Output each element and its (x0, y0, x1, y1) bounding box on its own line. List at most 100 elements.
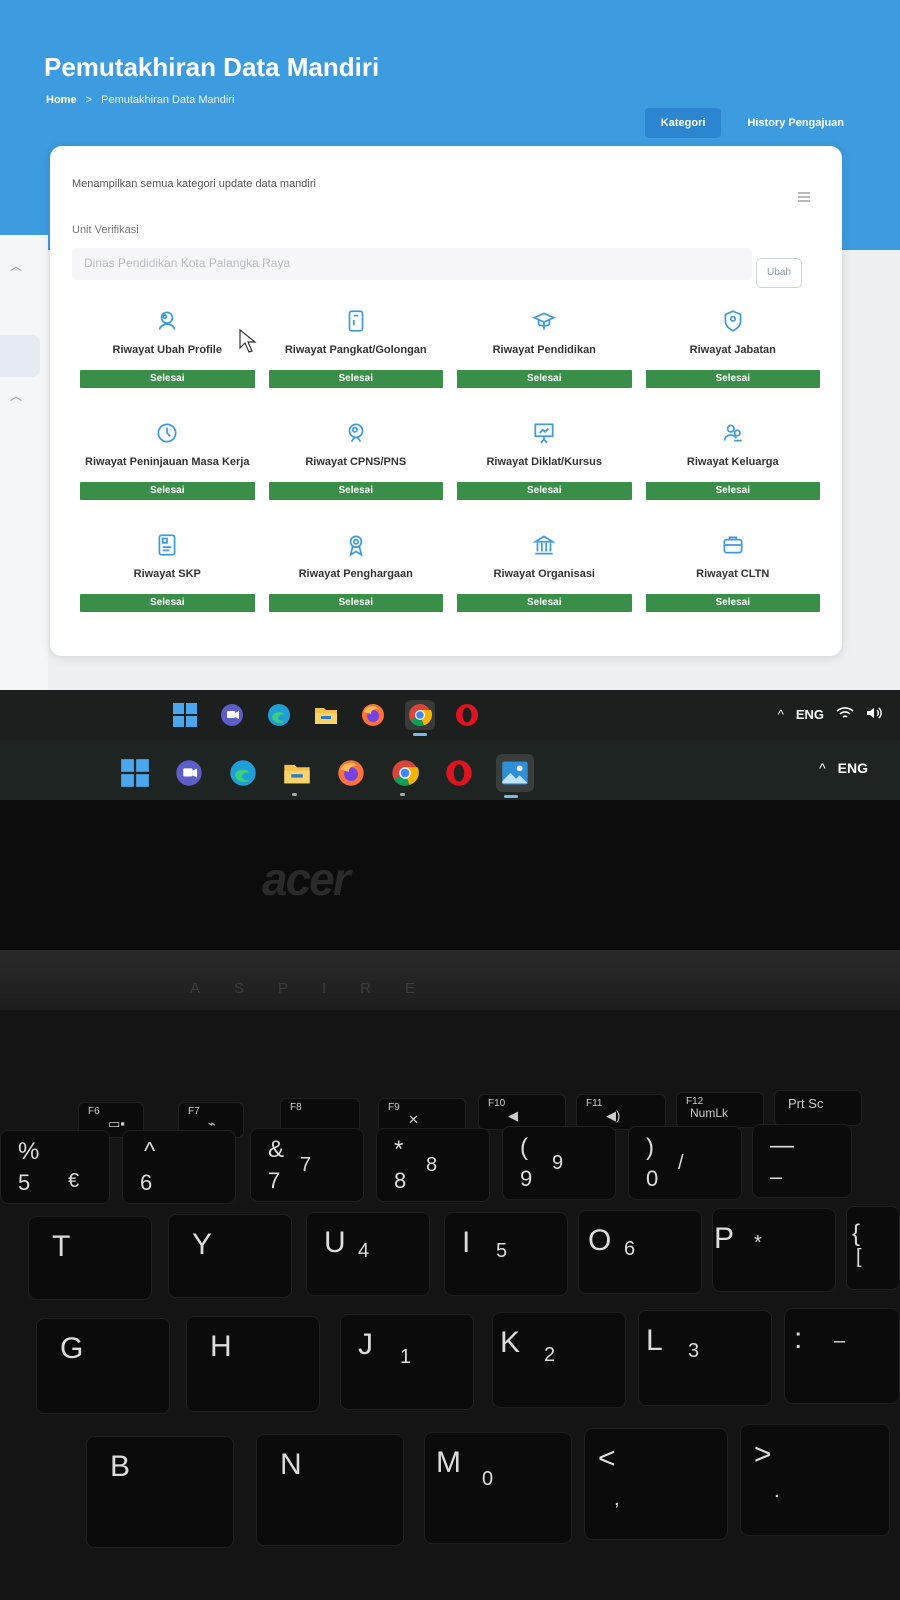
category-item[interactable]: Riwayat SKP Selesai (80, 522, 255, 634)
file-explorer-icon[interactable] (311, 700, 341, 730)
key-f11[interactable]: F11 ◀) (576, 1094, 666, 1130)
language-indicator[interactable]: ENG (838, 760, 868, 776)
category-item[interactable]: Riwayat Pangkat/Golongan Selesai (268, 298, 443, 410)
card-description: Menampilkan semua kategori update data m… (72, 178, 316, 190)
key-y[interactable]: Y (168, 1214, 292, 1298)
photos-icon[interactable] (496, 754, 534, 798)
menu-icon[interactable] (798, 192, 810, 204)
key-7[interactable]: & 7 7 (250, 1128, 364, 1202)
key-b[interactable]: B (86, 1436, 234, 1548)
category-name: Riwayat CLTN (696, 568, 770, 580)
system-tray: ^ ENG (778, 706, 882, 723)
windows-start-icon[interactable] (118, 756, 152, 790)
firefox-icon[interactable] (334, 756, 368, 790)
key-label: L (646, 1324, 663, 1357)
key-p[interactable]: P * (712, 1208, 836, 1292)
opera-icon[interactable] (442, 756, 476, 790)
key-shift-label: ( (520, 1134, 528, 1161)
status-badge: Selesai (645, 482, 820, 500)
key-8[interactable]: * 8 8 (376, 1128, 490, 1202)
key-numpad-label: 5 (496, 1240, 508, 1262)
firefox-icon[interactable] (358, 700, 388, 730)
edge-icon[interactable] (226, 756, 260, 790)
breadcrumb-home[interactable]: Home (46, 94, 77, 106)
mute-icon: ✕ (408, 1112, 419, 1127)
key-label: K (500, 1326, 521, 1359)
key-shift-label: ) (646, 1134, 654, 1161)
sidebar-item[interactable] (0, 335, 40, 377)
key-semicolon[interactable]: : – (784, 1308, 900, 1404)
key-h[interactable]: H (186, 1316, 320, 1412)
key-j[interactable]: J1 (340, 1314, 474, 1410)
chrome-icon[interactable] (405, 700, 435, 736)
category-item[interactable]: Riwayat CPNS/PNS Selesai (268, 410, 443, 522)
id-badge-icon (348, 310, 364, 332)
volume-icon[interactable] (866, 706, 882, 723)
key-bracket[interactable]: {[ (846, 1206, 900, 1290)
tray-chevron-up-icon[interactable]: ^ (819, 760, 826, 776)
user-edit-icon (158, 311, 176, 330)
key-u[interactable]: U4 (306, 1212, 430, 1296)
key-alt-label: / (678, 1152, 684, 1174)
key-shift-label: * (394, 1136, 404, 1163)
user-badge-icon (348, 423, 364, 442)
category-item[interactable]: Riwayat Penghargaan Selesai (268, 522, 443, 634)
key-label: I (462, 1226, 471, 1259)
status-badge: Selesai (268, 482, 443, 500)
key-minus[interactable]: — – (752, 1124, 852, 1198)
category-name: Riwayat SKP (133, 568, 201, 580)
category-item[interactable]: Riwayat Peninjauan Masa Kerja Selesai (80, 410, 255, 522)
key-comma[interactable]: <, (584, 1428, 728, 1540)
key-prtsc[interactable]: Prt Sc (774, 1090, 862, 1126)
key-label: P (714, 1222, 735, 1255)
key-n[interactable]: N (256, 1434, 404, 1546)
key-t[interactable]: T (28, 1216, 152, 1300)
chevron-up-icon[interactable]: ︿ (10, 387, 22, 404)
unit-verifikasi-field[interactable]: Dinas Pendidikan Kota Palangka Raya (72, 248, 752, 280)
category-item[interactable]: Riwayat Ubah Profile Selesai (80, 298, 255, 410)
ubah-button[interactable]: Ubah (756, 258, 802, 288)
key-period[interactable]: >. (740, 1424, 890, 1536)
key-9[interactable]: (9 9 (502, 1126, 616, 1200)
file-explorer-icon[interactable] (280, 756, 314, 796)
category-item[interactable]: Riwayat Organisasi Selesai (457, 522, 632, 634)
key-6[interactable]: ^ 6 (122, 1130, 236, 1204)
key-alt-label: 8 (426, 1154, 438, 1176)
language-indicator[interactable]: ENG (796, 707, 824, 722)
windows-start-icon[interactable] (170, 700, 200, 730)
organization-icon (532, 535, 556, 555)
key-label: J (358, 1328, 373, 1361)
category-name: Riwayat Ubah Profile (112, 344, 222, 356)
wifi-icon[interactable] (836, 706, 854, 723)
key-g[interactable]: G (36, 1318, 170, 1414)
key-k[interactable]: K2 (492, 1312, 626, 1408)
teams-chat-icon[interactable] (217, 700, 247, 730)
teams-chat-icon[interactable] (172, 756, 206, 790)
key-label-secondary: NumLk (690, 1106, 729, 1120)
key-m[interactable]: M0 (424, 1432, 572, 1544)
category-item[interactable]: Riwayat Diklat/Kursus Selesai (457, 410, 632, 522)
chevron-up-icon[interactable]: ︿ (10, 257, 22, 274)
key-5[interactable]: % 5 € (0, 1130, 110, 1204)
chrome-icon[interactable] (388, 756, 422, 796)
key-l[interactable]: L3 (638, 1310, 772, 1406)
key-f10[interactable]: F10 ◀ (478, 1094, 566, 1130)
key-o[interactable]: O6 (578, 1210, 702, 1294)
key-i[interactable]: I5 (444, 1212, 568, 1296)
category-item[interactable]: Riwayat Pendidikan Selesai (457, 298, 632, 410)
key-alt-label: [ (856, 1246, 862, 1268)
status-badge: Selesai (457, 482, 632, 500)
edge-icon[interactable] (264, 700, 294, 730)
brand-logo: acer (262, 853, 351, 905)
volume-down-icon: ◀ (508, 1108, 518, 1123)
opera-icon[interactable] (452, 700, 482, 730)
presentation-icon (534, 423, 554, 444)
category-item[interactable]: Riwayat Jabatan Selesai (645, 298, 820, 410)
category-item[interactable]: Riwayat Keluarga Selesai (645, 410, 820, 522)
tab-kategori[interactable]: Kategori (644, 108, 722, 138)
category-item[interactable]: Riwayat CLTN Selesai (645, 522, 820, 634)
key-f12[interactable]: F12 NumLk (676, 1092, 764, 1128)
tab-history-pengajuan[interactable]: History Pengajuan (731, 108, 860, 138)
tray-chevron-up-icon[interactable]: ^ (778, 707, 784, 722)
key-0[interactable]: ) 0 / (628, 1126, 742, 1200)
